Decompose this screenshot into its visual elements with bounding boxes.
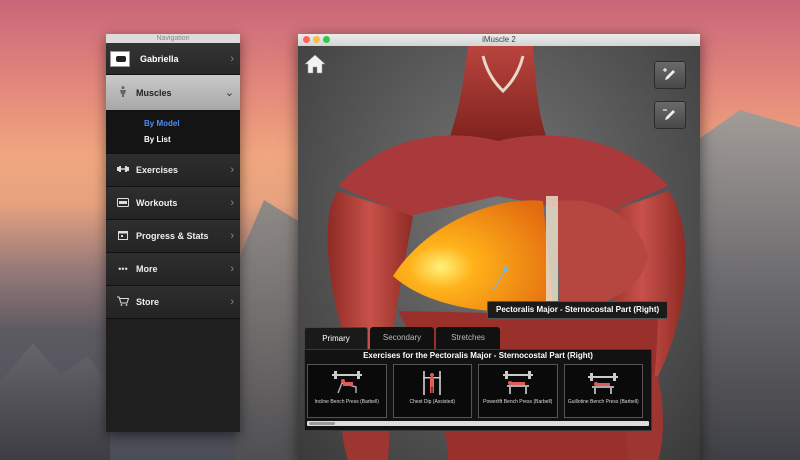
chest-dip-icon — [423, 371, 442, 395]
navigation-window: Navigation Gabriella › Muscles ⌄ By Mode… — [106, 34, 240, 432]
pencil-minus-icon — [663, 109, 675, 120]
user-name: Gabriella — [140, 53, 179, 64]
sidebar-item-more[interactable]: ••• More › — [106, 253, 240, 286]
exercise-cards: Incline Bench Press (Barbell) Chest Dip … — [305, 362, 651, 418]
chevron-right-icon: › — [230, 296, 234, 308]
chevron-right-icon: › — [230, 197, 234, 209]
zoom-window-button[interactable] — [323, 36, 330, 43]
sidebar-item-label: Store — [136, 297, 160, 307]
muscle-figure-icon — [116, 86, 130, 99]
exercises-list: Exercises for the Pectoralis Major - Ste… — [304, 349, 652, 431]
horizontal-scrollbar[interactable] — [307, 421, 649, 426]
highlighted-pectoralis-muscle[interactable] — [393, 200, 553, 312]
calendar-icon — [116, 230, 130, 242]
incline-bench-press-icon — [331, 371, 362, 394]
app-titlebar: iMuscle 2 — [298, 34, 700, 46]
exercise-card-label: Powerlift Bench Press (Barbell) — [483, 399, 553, 405]
app-window: iMuscle 2 Pectoralis Major - Sternocosta… — [298, 34, 700, 460]
exercise-card-label: Chest Dip (Assisted) — [409, 399, 456, 405]
exercise-card-label: Incline Bench Press (Barbell) — [314, 399, 379, 405]
scrollbar-thumb[interactable] — [309, 422, 335, 425]
exercise-card[interactable]: Guillotine Bench Press (Barbell) — [563, 364, 643, 418]
anatomy-viewport[interactable]: Pectoralis Major - Sternocostal Part (Ri… — [298, 46, 700, 460]
cart-icon — [116, 296, 130, 308]
workout-card-icon — [116, 197, 130, 209]
exercise-card-label: Guillotine Bench Press (Barbell) — [567, 399, 639, 405]
subitem-by-model[interactable]: By Model — [144, 116, 240, 132]
exercise-tabs: Primary Secondary Stretches — [304, 327, 652, 349]
sidebar-item-progress-stats[interactable]: Progress & Stats › — [106, 220, 240, 253]
guillotine-bench-press-icon — [588, 373, 619, 394]
tab-primary[interactable]: Primary — [304, 327, 368, 349]
chevron-right-icon: › — [230, 230, 234, 242]
minimize-window-button[interactable] — [313, 36, 320, 43]
sidebar-item-exercises[interactable]: Exercises › — [106, 154, 240, 187]
close-window-button[interactable] — [303, 36, 310, 43]
desktop-mountain-left — [0, 343, 110, 460]
chevron-right-icon: › — [230, 164, 234, 176]
home-icon — [304, 54, 326, 74]
chevron-down-icon: ⌄ — [224, 87, 234, 99]
desktop-mountain-right — [700, 110, 800, 460]
muscles-submenu: By Model By List — [106, 111, 240, 154]
tab-stretches[interactable]: Stretches — [436, 327, 500, 349]
exercises-panel: Primary Secondary Stretches Exercises fo… — [304, 327, 652, 431]
sidebar-item-muscles[interactable]: Muscles ⌄ — [106, 75, 240, 111]
avatar — [110, 50, 130, 67]
exercise-card[interactable]: Incline Bench Press (Barbell) — [307, 364, 387, 418]
user-profile-row[interactable]: Gabriella › — [106, 43, 240, 75]
exercise-card[interactable]: Chest Dip (Assisted) — [392, 364, 472, 418]
sidebar-item-store[interactable]: Store › — [106, 286, 240, 319]
ellipsis-icon: ••• — [118, 264, 128, 274]
sidebar-item-label: Exercises — [136, 165, 179, 175]
sidebar-item-label: Workouts — [136, 198, 178, 208]
sidebar-item-workouts[interactable]: Workouts › — [106, 187, 240, 220]
exercise-card[interactable]: Powerlift Bench Press (Barbell) — [478, 364, 558, 418]
remove-annotation-button[interactable] — [654, 101, 686, 129]
sidebar-item-label: Progress & Stats — [136, 231, 209, 241]
subitem-by-list[interactable]: By List — [144, 132, 240, 148]
chevron-right-icon: › — [230, 52, 234, 65]
desktop-mountain-middle — [236, 200, 306, 460]
sidebar-item-label: More — [136, 264, 158, 274]
window-title: iMuscle 2 — [482, 35, 516, 44]
home-button[interactable] — [304, 54, 326, 74]
add-annotation-button[interactable] — [654, 61, 686, 89]
exercises-heading: Exercises for the Pectoralis Major - Ste… — [363, 351, 593, 360]
selected-muscle-label: Pectoralis Major - Sternocostal Part (Ri… — [487, 301, 669, 319]
sidebar-item-label: Muscles — [136, 87, 172, 98]
chevron-right-icon: › — [230, 263, 234, 275]
tab-secondary[interactable]: Secondary — [370, 327, 434, 349]
powerlift-bench-press-icon — [502, 371, 533, 394]
dumbbell-icon — [116, 165, 130, 175]
navigation-titlebar: Navigation — [106, 34, 240, 43]
neck-muscles — [448, 46, 548, 141]
pencil-plus-icon — [663, 68, 675, 80]
